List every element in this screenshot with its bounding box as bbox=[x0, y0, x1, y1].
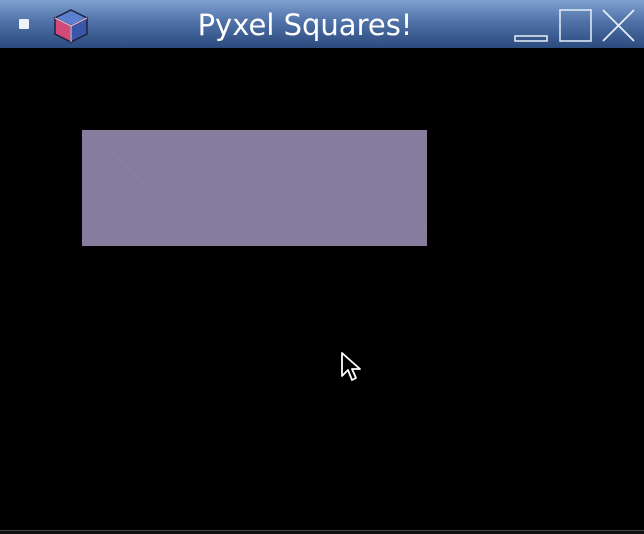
window-menu-icon[interactable] bbox=[19, 19, 29, 29]
arrow-cursor-icon bbox=[341, 352, 361, 381]
close-icon[interactable] bbox=[600, 8, 636, 44]
purple-rectangle bbox=[82, 130, 427, 246]
title-bar[interactable]: Pyxel Squares! bbox=[0, 0, 644, 48]
window-title: Pyxel Squares! bbox=[197, 8, 413, 42]
game-canvas[interactable] bbox=[0, 48, 644, 534]
bottom-border bbox=[0, 530, 644, 534]
app-window: Pyxel Squares! bbox=[0, 0, 644, 534]
minimize-icon[interactable] bbox=[513, 8, 549, 44]
maximize-icon[interactable] bbox=[557, 8, 593, 44]
cube-icon bbox=[53, 9, 89, 44]
